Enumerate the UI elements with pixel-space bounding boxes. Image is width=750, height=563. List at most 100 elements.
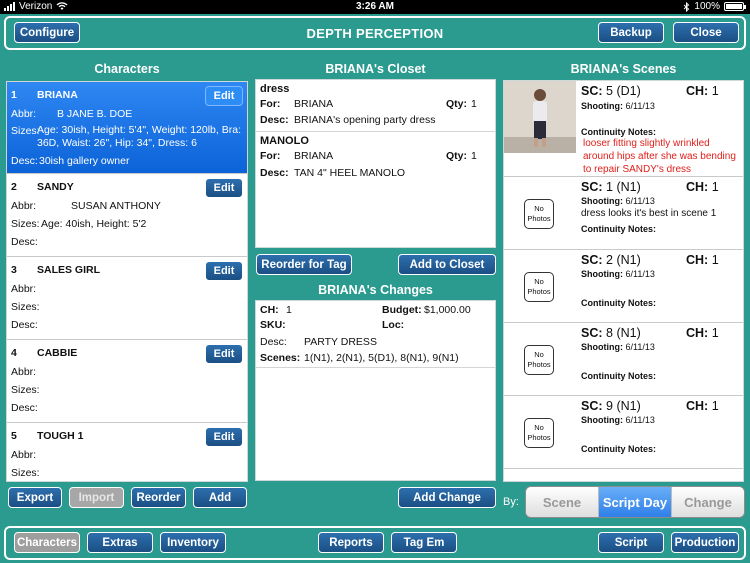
character-number: 2	[11, 181, 17, 193]
qty-value: 1	[471, 150, 477, 162]
reorder-button[interactable]: Reorder	[131, 487, 186, 508]
edit-button[interactable]: Edit	[205, 178, 243, 198]
budget-value: $1,000.00	[424, 304, 471, 316]
desc-label: Desc:	[260, 114, 289, 126]
for-value: BRIANA	[294, 98, 334, 110]
reorder-for-tag-button[interactable]: Reorder for Tag	[256, 254, 352, 275]
ch-label: CH:	[260, 304, 279, 316]
configure-button[interactable]: Configure	[14, 22, 80, 43]
closet-item[interactable]: MANOLO For: BRIANA Qty: 1 Desc: TAN 4" H…	[256, 132, 495, 184]
production-button[interactable]: Production	[671, 532, 739, 553]
shooting-date: Shooting: 6/11/13	[581, 196, 655, 206]
character-row-sales-girl[interactable]: 3 SALES GIRL Edit Abbr: Sizes: Desc:	[7, 257, 247, 340]
closet-list[interactable]: dress For: BRIANA Qty: 1 Desc: BRIANA's …	[255, 79, 496, 248]
reports-button[interactable]: Reports	[318, 532, 384, 553]
qty-label: Qty:	[446, 150, 467, 162]
no-photos-icon[interactable]: No Photos	[524, 199, 554, 229]
sort-script-day-option[interactable]: Script Day	[599, 487, 672, 517]
for-value: BRIANA	[294, 150, 334, 162]
edit-button[interactable]: Edit	[205, 261, 243, 281]
sizes-label: Sizes:	[11, 467, 40, 479]
desc-label: Desc:	[260, 167, 289, 179]
scenes-value: 1(N1), 2(N1), 5(D1), 8(N1), 9(N1)	[304, 352, 459, 364]
continuity-label: Continuity Notes:	[581, 371, 656, 381]
status-time: 3:26 AM	[356, 1, 394, 12]
closet-item-name: MANOLO	[260, 135, 309, 147]
add-to-closet-button[interactable]: Add to Closet	[398, 254, 496, 275]
scene-number: SC: 1 (N1)	[581, 180, 641, 194]
continuity-label: Continuity Notes:	[581, 224, 656, 234]
scene-change: CH: 1	[686, 399, 719, 413]
scene-number: SC: 5 (D1)	[581, 84, 641, 98]
abbr-value: SUSAN ANTHONY	[71, 200, 161, 212]
export-button[interactable]: Export	[8, 487, 62, 508]
tag-em-button[interactable]: Tag Em	[391, 532, 457, 553]
character-row-tough-1[interactable]: 5 TOUGH 1 Edit Abbr: Sizes:	[7, 423, 247, 481]
inventory-tab-button[interactable]: Inventory	[160, 532, 226, 553]
character-number: 3	[11, 264, 17, 276]
import-button[interactable]: Import	[69, 487, 124, 508]
desc-label: Desc:	[11, 155, 38, 167]
no-photos-icon[interactable]: No Photos	[524, 345, 554, 375]
scene-row[interactable]: No Photos SC: 8 (N1) CH: 1 Shooting: 6/11…	[504, 323, 743, 396]
no-photos-icon[interactable]: No Photos	[524, 272, 554, 302]
add-character-button[interactable]: Add	[193, 487, 247, 508]
scenes-list[interactable]: SC: 5 (D1) CH: 1 Shooting: 6/11/13 Conti…	[503, 80, 744, 482]
abbr-label: Abbr:	[11, 108, 37, 120]
desc-label: Desc:	[11, 319, 38, 331]
sizes-value: Age: 30ish, Height: 5'4", Weight: 120lb,…	[37, 124, 241, 149]
for-label: For:	[260, 98, 281, 110]
character-name: BRIANA	[37, 89, 78, 101]
continuity-note: looser fitting slightly wrinkled around …	[583, 138, 736, 175]
shooting-date: Shooting: 6/11/13	[581, 101, 655, 111]
script-button[interactable]: Script	[598, 532, 664, 553]
edit-button[interactable]: Edit	[205, 86, 243, 106]
continuity-label: Continuity Notes:	[581, 298, 656, 308]
scene-photo[interactable]	[504, 81, 576, 153]
desc-label: Desc:	[260, 336, 287, 348]
scene-note: dress looks it's best in scene 1	[581, 208, 717, 219]
close-button[interactable]: Close	[673, 22, 739, 43]
abbr-label: Abbr:	[11, 449, 37, 461]
scene-number: SC: 8 (N1)	[581, 326, 641, 340]
scene-change: CH: 1	[686, 180, 719, 194]
abbr-label: Abbr:	[11, 366, 37, 378]
closet-item[interactable]: dress For: BRIANA Qty: 1 Desc: BRIANA's …	[256, 80, 495, 132]
changes-list[interactable]: CH: 1 Budget: $1,000.00 SKU: Loc: Desc: …	[255, 300, 496, 481]
edit-button[interactable]: Edit	[205, 344, 243, 364]
character-row-briana[interactable]: 1 BRIANA Edit Abbr: B JANE B. DOE Sizes:…	[7, 82, 247, 174]
characters-list[interactable]: 1 BRIANA Edit Abbr: B JANE B. DOE Sizes:…	[6, 81, 248, 482]
change-item[interactable]: CH: 1 Budget: $1,000.00 SKU: Loc: Desc: …	[256, 301, 495, 368]
abbr-value: B JANE B. DOE	[57, 108, 133, 120]
scene-row[interactable]: No Photos SC: 1 (N1) CH: 1 Shooting: 6/11…	[504, 177, 743, 250]
sizes-label: Sizes:	[11, 218, 40, 230]
desc-value: TAN 4" HEEL MANOLO	[294, 167, 406, 179]
add-change-button[interactable]: Add Change	[398, 487, 496, 508]
sort-by-label: By:	[503, 496, 519, 508]
sort-segmented-control[interactable]: Scene Script Day Change	[525, 486, 745, 518]
sort-scene-option[interactable]: Scene	[526, 487, 599, 517]
desc-value: 30ish gallery owner	[39, 155, 130, 167]
character-number: 4	[11, 347, 17, 359]
desc-label: Desc:	[11, 402, 38, 414]
scenes-title: BRIANA's Scenes	[570, 62, 677, 76]
edit-button[interactable]: Edit	[205, 427, 243, 447]
sort-change-option[interactable]: Change	[672, 487, 744, 517]
scene-row[interactable]: No Photos SC: 9 (N1) CH: 1 Shooting: 6/11…	[504, 396, 743, 469]
scene-row[interactable]: SC: 5 (D1) CH: 1 Shooting: 6/11/13 Conti…	[504, 81, 743, 177]
scene-row[interactable]: No Photos SC: 2 (N1) CH: 1 Shooting: 6/11…	[504, 250, 743, 323]
sizes-label: Sizes:	[11, 384, 40, 396]
backup-button[interactable]: Backup	[598, 22, 664, 43]
closet-title: BRIANA's Closet	[325, 62, 426, 76]
desc-label: Desc:	[11, 236, 38, 248]
status-bar: Verizon 3:26 AM 100%	[0, 0, 750, 14]
sizes-label: Sizes:	[11, 301, 40, 313]
battery-icon	[724, 2, 746, 11]
character-name: TOUGH 1	[37, 430, 84, 442]
character-row-cabbie[interactable]: 4 CABBIE Edit Abbr: Sizes: Desc:	[7, 340, 247, 423]
characters-tab-button[interactable]: Characters	[14, 532, 80, 553]
extras-tab-button[interactable]: Extras	[87, 532, 153, 553]
no-photos-icon[interactable]: No Photos	[524, 418, 554, 448]
abbr-label: Abbr:	[11, 283, 37, 295]
character-row-sandy[interactable]: 2 SANDY Edit Abbr: SUSAN ANTHONY Sizes: …	[7, 174, 247, 257]
